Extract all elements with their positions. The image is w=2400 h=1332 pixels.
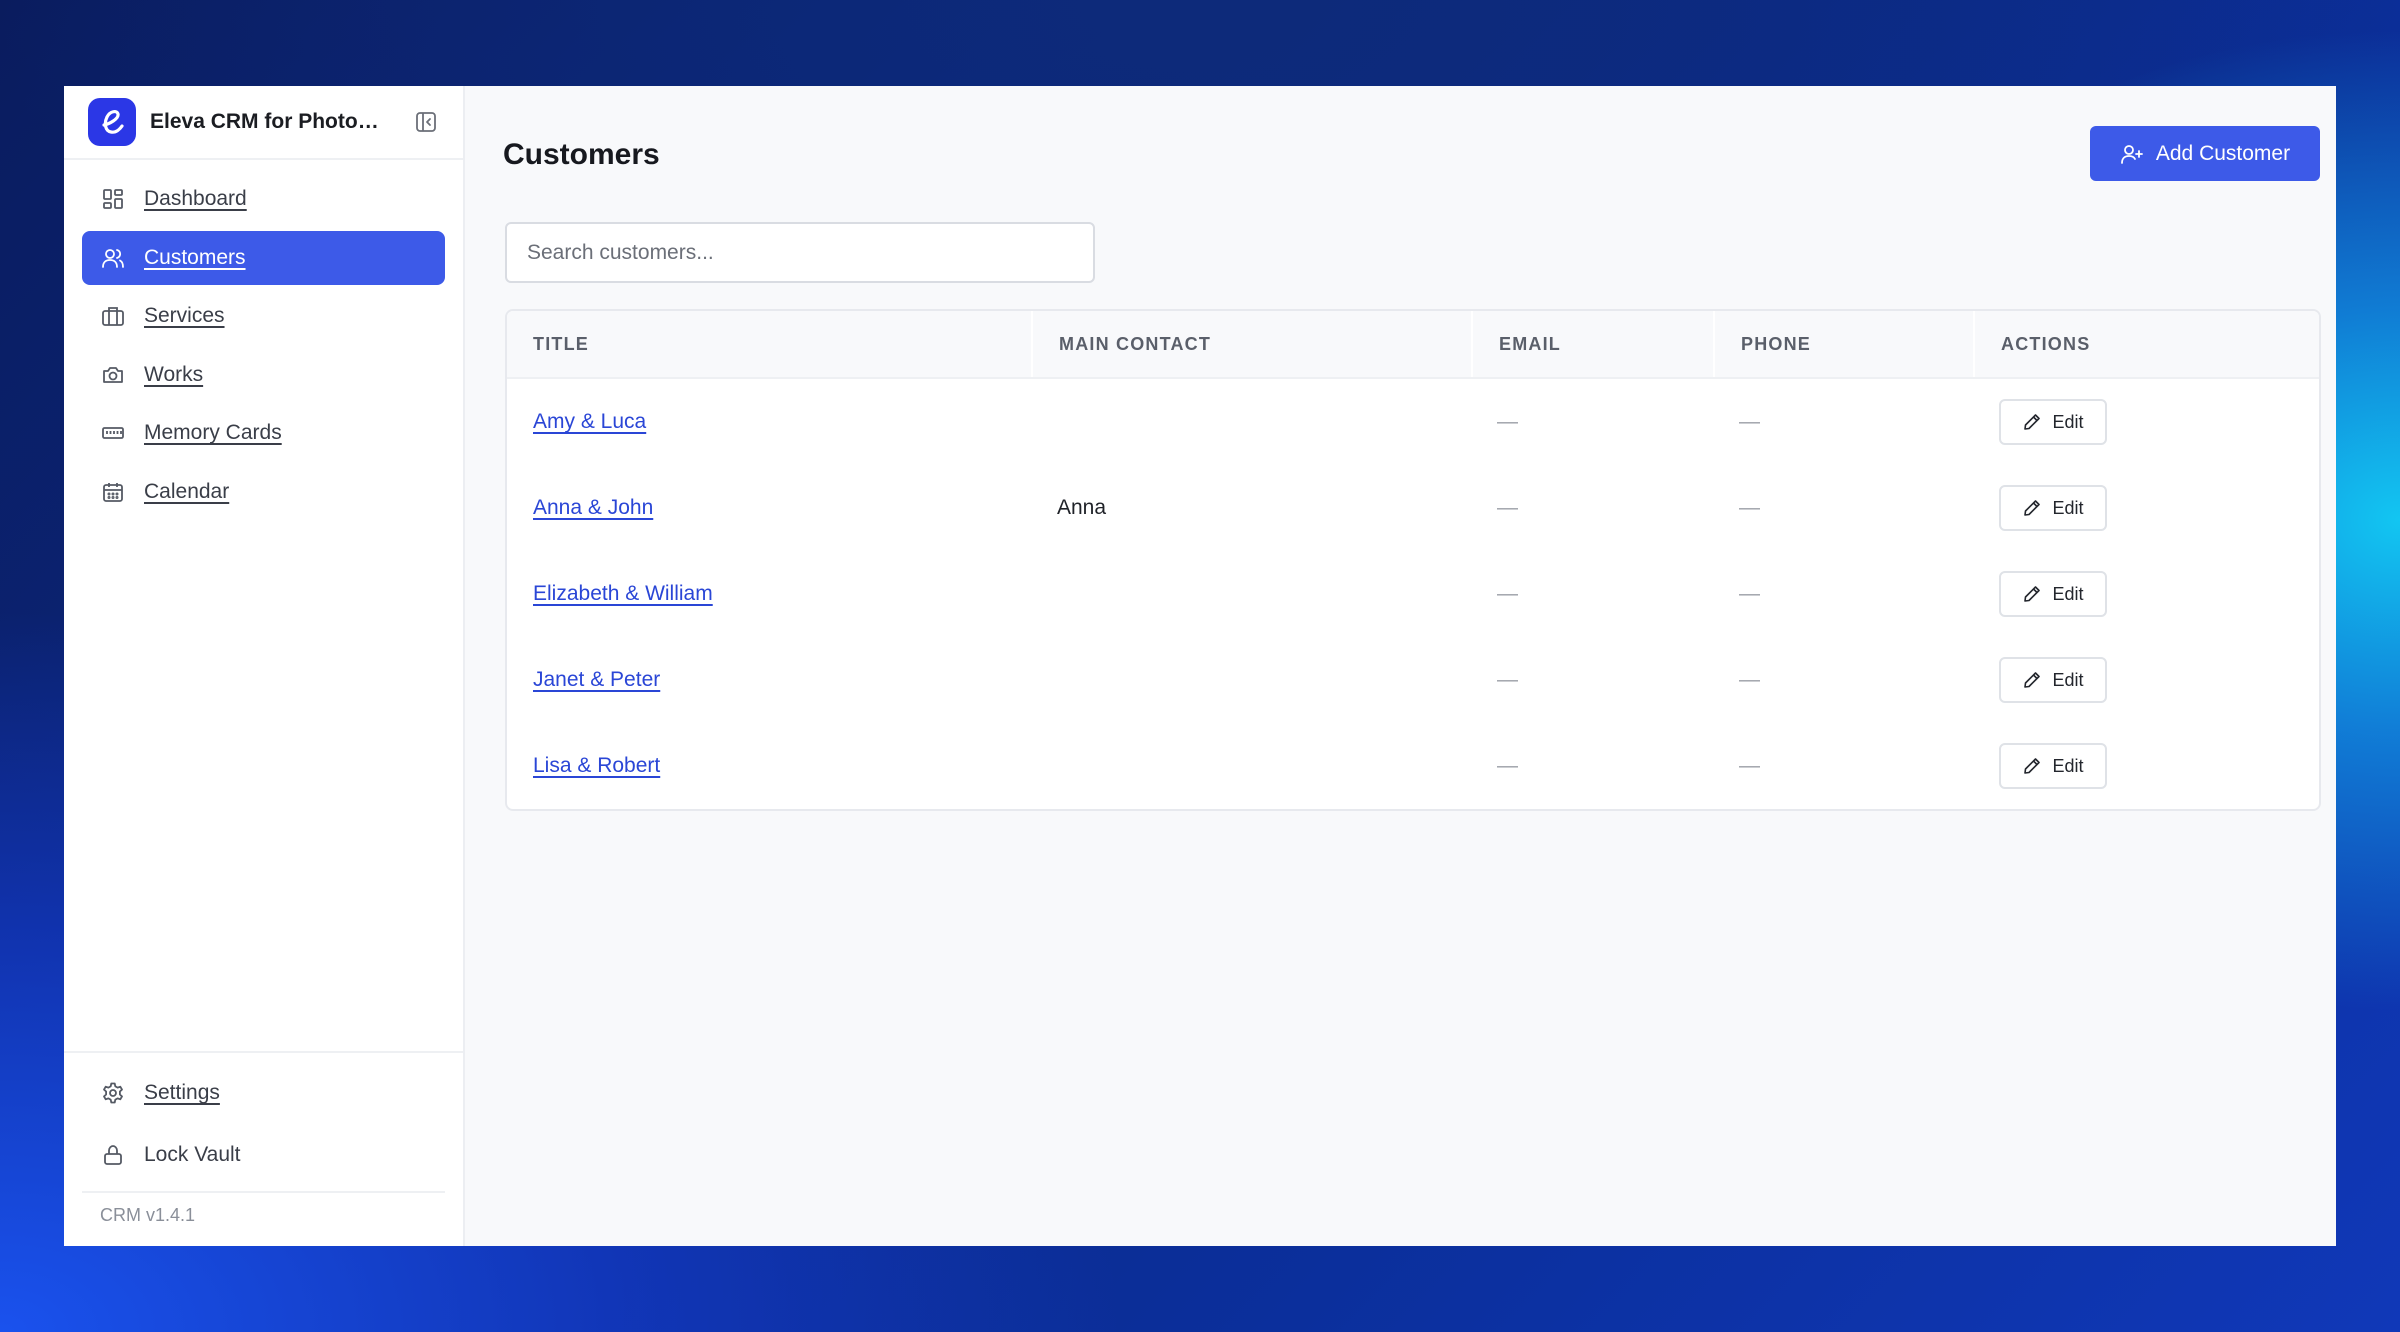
email-cell: —	[1497, 410, 1518, 433]
phone-cell: —	[1739, 668, 1760, 691]
table-header: TITLE MAIN CONTACT EMAIL PHONE ACTIONS	[507, 311, 2319, 379]
email-cell: —	[1497, 582, 1518, 605]
sidebar-item-calendar[interactable]: Calendar	[82, 465, 445, 519]
main-contact-cell	[1031, 637, 1471, 723]
main-content: Customers Add Customer TITLE MAIN CONTAC…	[465, 86, 2336, 1246]
main-contact-cell: Anna	[1057, 496, 1107, 519]
pencil-icon	[2022, 584, 2042, 604]
sidebar-item-label: Memory Cards	[144, 421, 282, 444]
add-customer-button[interactable]: Add Customer	[2090, 126, 2320, 181]
sidebar-item-label: Works	[144, 362, 204, 386]
sidebar-item-dashboard[interactable]: Dashboard	[82, 172, 445, 226]
pencil-icon	[2022, 412, 2042, 432]
customer-title-link[interactable]: Anna & John	[533, 496, 653, 520]
search-input[interactable]	[505, 222, 1095, 283]
pencil-icon	[2022, 756, 2042, 776]
table-row: Anna & John Anna — — Edit	[507, 465, 2319, 551]
lock-vault-button[interactable]: Lock Vault	[82, 1125, 445, 1185]
edit-button[interactable]: Edit	[1999, 571, 2107, 617]
gear-icon	[100, 1080, 126, 1106]
sidebar-item-label: Dashboard	[144, 187, 247, 210]
edit-label: Edit	[2052, 583, 2084, 604]
phone-cell: —	[1739, 496, 1760, 519]
app-logo-icon	[88, 98, 136, 146]
app-version: CRM v1.4.1	[82, 1191, 445, 1246]
table-row: Elizabeth & William — — Edit	[507, 551, 2319, 637]
table-row: Janet & Peter — — Edit	[507, 637, 2319, 723]
users-icon	[100, 245, 126, 271]
sidebar-item-label: Calendar	[144, 479, 230, 503]
column-header-title[interactable]: TITLE	[507, 311, 1031, 377]
app-window: Eleva CRM for Photogr… Dashboard Custome…	[64, 86, 2336, 1246]
table-row: Amy & Luca — — Edit	[507, 379, 2319, 465]
sidebar-item-works[interactable]: Works	[82, 348, 445, 402]
sidebar-item-memory-cards[interactable]: Memory Cards	[82, 406, 445, 460]
customer-title-link[interactable]: Janet & Peter	[533, 668, 660, 692]
sidebar-item-settings[interactable]: Settings	[82, 1063, 445, 1123]
edit-button[interactable]: Edit	[1999, 399, 2107, 445]
phone-cell: —	[1739, 582, 1760, 605]
user-plus-icon	[2120, 142, 2144, 166]
phone-cell: —	[1739, 410, 1760, 433]
sidebar-item-label: Lock Vault	[144, 1143, 241, 1166]
page-title: Customers	[503, 138, 660, 171]
edit-button[interactable]: Edit	[1999, 657, 2107, 703]
edit-label: Edit	[2052, 669, 2084, 690]
sidebar-item-customers[interactable]: Customers	[82, 230, 445, 285]
column-header-main-contact[interactable]: MAIN CONTACT	[1031, 311, 1471, 377]
email-cell: —	[1497, 754, 1518, 777]
sidebar-item-label: Customers	[144, 245, 246, 269]
calendar-icon	[100, 479, 126, 505]
customers-table: TITLE MAIN CONTACT EMAIL PHONE ACTIONS A…	[505, 309, 2321, 811]
column-header-email[interactable]: EMAIL	[1471, 311, 1713, 377]
main-contact-cell	[1031, 551, 1471, 637]
column-header-actions: ACTIONS	[1973, 311, 2319, 377]
lock-icon	[100, 1142, 126, 1168]
customer-title-link[interactable]: Elizabeth & William	[533, 582, 713, 606]
memory-card-icon	[100, 420, 126, 446]
brand-header: Eleva CRM for Photogr…	[64, 86, 463, 160]
edit-button[interactable]: Edit	[1999, 743, 2107, 789]
sidebar-item-services[interactable]: Services	[82, 289, 445, 343]
table-row: Lisa & Robert — — Edit	[507, 723, 2319, 809]
column-header-phone[interactable]: PHONE	[1713, 311, 1973, 377]
sidebar: Eleva CRM for Photogr… Dashboard Custome…	[64, 86, 465, 1246]
email-cell: —	[1497, 668, 1518, 691]
pencil-icon	[2022, 498, 2042, 518]
main-contact-cell	[1031, 723, 1471, 809]
dashboard-icon	[100, 186, 126, 212]
customer-title-link[interactable]: Amy & Luca	[533, 410, 646, 434]
email-cell: —	[1497, 496, 1518, 519]
sidebar-collapse-icon[interactable]	[413, 109, 439, 135]
phone-cell: —	[1739, 754, 1760, 777]
sidebar-nav: Dashboard Customers Services Works Memor…	[64, 160, 463, 519]
edit-label: Edit	[2052, 755, 2084, 776]
sidebar-item-label: Services	[144, 304, 225, 327]
sidebar-item-label: Settings	[144, 1081, 220, 1104]
sidebar-footer: Settings Lock Vault CRM v1.4.1	[64, 1051, 463, 1246]
briefcase-icon	[100, 303, 126, 329]
pencil-icon	[2022, 670, 2042, 690]
customer-title-link[interactable]: Lisa & Robert	[533, 754, 660, 778]
camera-icon	[100, 362, 126, 388]
add-customer-label: Add Customer	[2155, 141, 2291, 165]
main-contact-cell	[1031, 379, 1471, 465]
edit-button[interactable]: Edit	[1999, 485, 2107, 531]
edit-label: Edit	[2052, 497, 2084, 518]
edit-label: Edit	[2052, 411, 2084, 432]
app-name: Eleva CRM for Photogr…	[150, 110, 390, 133]
